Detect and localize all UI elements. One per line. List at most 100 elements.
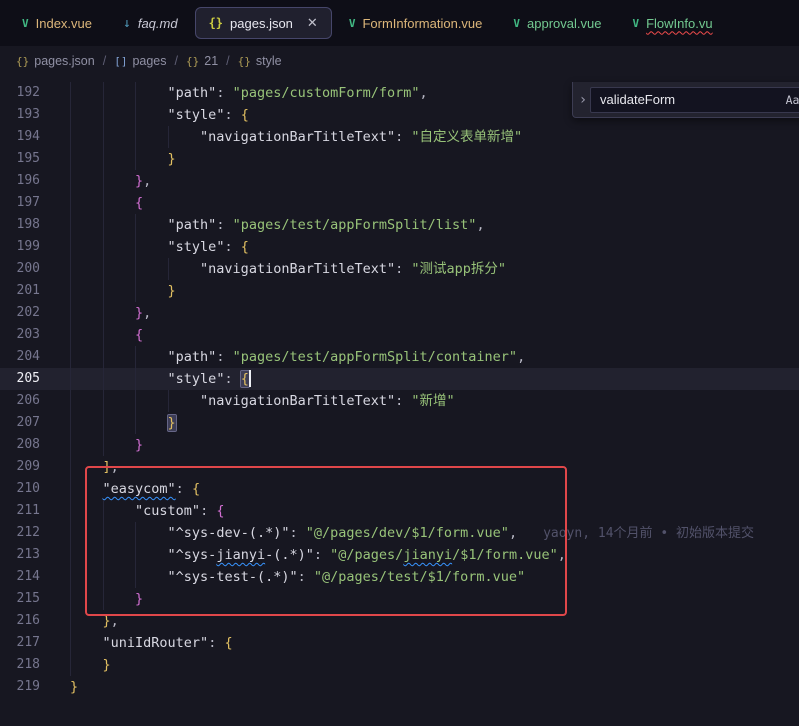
code-text[interactable]: } bbox=[56, 676, 799, 698]
code-text[interactable]: } bbox=[56, 280, 799, 302]
close-icon[interactable]: ✕ bbox=[307, 15, 318, 31]
code-text[interactable]: "uniIdRouter": { bbox=[56, 632, 799, 654]
code-line[interactable]: 196 }, bbox=[0, 170, 799, 192]
code-text[interactable]: "^sys-jianyi-(.*)": "@/pages/jianyi/$1/f… bbox=[56, 544, 799, 566]
line-number[interactable]: 195 bbox=[0, 148, 56, 170]
indent-guide bbox=[103, 258, 104, 280]
line-number[interactable]: 208 bbox=[0, 434, 56, 456]
code-line[interactable]: 205 "style": { bbox=[0, 368, 799, 390]
tab-flowinfo-vue[interactable]: V FlowInfo.vu bbox=[618, 7, 726, 39]
line-number[interactable]: 206 bbox=[0, 390, 56, 412]
line-number[interactable]: 193 bbox=[0, 104, 56, 126]
code-line[interactable]: 197 { bbox=[0, 192, 799, 214]
code-line[interactable]: 214 "^sys-test-(.*)": "@/pages/test/$1/f… bbox=[0, 566, 799, 588]
line-number[interactable]: 219 bbox=[0, 676, 56, 698]
breadcrumb-item[interactable]: {}style bbox=[238, 54, 282, 68]
line-number[interactable]: 218 bbox=[0, 654, 56, 676]
code-text[interactable]: "style": { bbox=[56, 236, 799, 258]
code-line[interactable]: 219} bbox=[0, 676, 799, 698]
tab-approval-vue[interactable]: V approval.vue bbox=[499, 7, 615, 39]
code-line[interactable]: 208 } bbox=[0, 434, 799, 456]
code-text[interactable]: } bbox=[56, 412, 799, 434]
line-number[interactable]: 213 bbox=[0, 544, 56, 566]
code-token: } bbox=[135, 591, 143, 607]
code-line[interactable]: 203 { bbox=[0, 324, 799, 346]
line-number[interactable]: 200 bbox=[0, 258, 56, 280]
breadcrumb-item[interactable]: {}pages.json bbox=[16, 54, 95, 68]
line-number[interactable]: 211 bbox=[0, 500, 56, 522]
line-number[interactable]: 205 bbox=[0, 368, 56, 390]
code-text[interactable]: }, bbox=[56, 610, 799, 632]
find-input[interactable] bbox=[591, 92, 780, 107]
line-number[interactable]: 202 bbox=[0, 302, 56, 324]
line-number[interactable]: 201 bbox=[0, 280, 56, 302]
code-text[interactable]: { bbox=[56, 192, 799, 214]
code-line[interactable]: 201 } bbox=[0, 280, 799, 302]
code-line[interactable]: 198 "path": "pages/test/appFormSplit/lis… bbox=[0, 214, 799, 236]
code-line[interactable]: 213 "^sys-jianyi-(.*)": "@/pages/jianyi/… bbox=[0, 544, 799, 566]
code-text[interactable]: "^sys-dev-(.*)": "@/pages/dev/$1/form.vu… bbox=[56, 522, 799, 544]
line-number[interactable]: 203 bbox=[0, 324, 56, 346]
code-text[interactable]: } bbox=[56, 588, 799, 610]
code-text[interactable]: "path": "pages/test/appFormSplit/contain… bbox=[56, 346, 799, 368]
line-number[interactable]: 194 bbox=[0, 126, 56, 148]
line-number[interactable]: 197 bbox=[0, 192, 56, 214]
breadcrumb-item[interactable]: []pages bbox=[114, 54, 166, 68]
code-line[interactable]: 215 } bbox=[0, 588, 799, 610]
code-token: "custom" bbox=[135, 503, 200, 519]
line-number[interactable]: 210 bbox=[0, 478, 56, 500]
code-line[interactable]: 206 "navigationBarTitleText": "新增" bbox=[0, 390, 799, 412]
line-number[interactable]: 215 bbox=[0, 588, 56, 610]
code-line[interactable]: 202 }, bbox=[0, 302, 799, 324]
editor[interactable]: 192 "path": "pages/customForm/form",193 … bbox=[0, 76, 799, 726]
code-text[interactable]: "style": { bbox=[56, 368, 799, 390]
code-text[interactable]: } bbox=[56, 654, 799, 676]
tab-pages-json[interactable]: {} pages.json ✕ bbox=[195, 7, 332, 39]
code-line[interactable]: 217 "uniIdRouter": { bbox=[0, 632, 799, 654]
code-text[interactable]: "navigationBarTitleText": "新增" bbox=[56, 390, 799, 412]
line-number[interactable]: 214 bbox=[0, 566, 56, 588]
code-text[interactable]: "^sys-test-(.*)": "@/pages/test/$1/form.… bbox=[56, 566, 799, 588]
tab-index-vue[interactable]: V Index.vue bbox=[8, 7, 106, 39]
code-text[interactable]: "path": "pages/test/appFormSplit/list", bbox=[56, 214, 799, 236]
code-text[interactable]: ], bbox=[56, 456, 799, 478]
tab-faq-md[interactable]: ↓ faq.md bbox=[109, 7, 192, 39]
code-text[interactable]: "navigationBarTitleText": "自定义表单新增" bbox=[56, 126, 799, 148]
match-case-toggle[interactable]: Aa bbox=[782, 89, 799, 110]
code-text[interactable]: "navigationBarTitleText": "测试app拆分" bbox=[56, 258, 799, 280]
code-line[interactable]: 218 } bbox=[0, 654, 799, 676]
line-number[interactable]: 192 bbox=[0, 82, 56, 104]
code-line[interactable]: 200 "navigationBarTitleText": "测试app拆分" bbox=[0, 258, 799, 280]
line-number[interactable]: 198 bbox=[0, 214, 56, 236]
tab-forminformation-vue[interactable]: V FormInformation.vue bbox=[335, 7, 497, 39]
code-line[interactable]: 199 "style": { bbox=[0, 236, 799, 258]
code-line[interactable]: 211 "custom": { bbox=[0, 500, 799, 522]
line-number[interactable]: 217 bbox=[0, 632, 56, 654]
code-line[interactable]: 207 } bbox=[0, 412, 799, 434]
line-number[interactable]: 204 bbox=[0, 346, 56, 368]
code-line[interactable]: 204 "path": "pages/test/appFormSplit/con… bbox=[0, 346, 799, 368]
code-line[interactable]: 216 }, bbox=[0, 610, 799, 632]
line-number[interactable]: 216 bbox=[0, 610, 56, 632]
code-text[interactable]: }, bbox=[56, 302, 799, 324]
code-line[interactable]: 210 "easycom": { bbox=[0, 478, 799, 500]
code-line[interactable]: 212 "^sys-dev-(.*)": "@/pages/dev/$1/for… bbox=[0, 522, 799, 544]
code-text[interactable]: } bbox=[56, 148, 799, 170]
chevron-right-icon[interactable]: › bbox=[576, 89, 590, 111]
code-text[interactable]: } bbox=[56, 434, 799, 456]
line-number[interactable]: 196 bbox=[0, 170, 56, 192]
line-number[interactable]: 207 bbox=[0, 412, 56, 434]
code-token: } bbox=[168, 151, 176, 167]
line-number[interactable]: 199 bbox=[0, 236, 56, 258]
code-line[interactable]: 194 "navigationBarTitleText": "自定义表单新增" bbox=[0, 126, 799, 148]
breadcrumb-item[interactable]: {}21 bbox=[186, 54, 218, 68]
line-number[interactable]: 209 bbox=[0, 456, 56, 478]
code-text[interactable]: { bbox=[56, 324, 799, 346]
code-text[interactable]: "easycom": { bbox=[56, 478, 799, 500]
code-token: } bbox=[135, 305, 143, 321]
code-line[interactable]: 209 ], bbox=[0, 456, 799, 478]
code-line[interactable]: 195 } bbox=[0, 148, 799, 170]
code-text[interactable]: "custom": { bbox=[56, 500, 799, 522]
line-number[interactable]: 212 bbox=[0, 522, 56, 544]
code-text[interactable]: }, bbox=[56, 170, 799, 192]
